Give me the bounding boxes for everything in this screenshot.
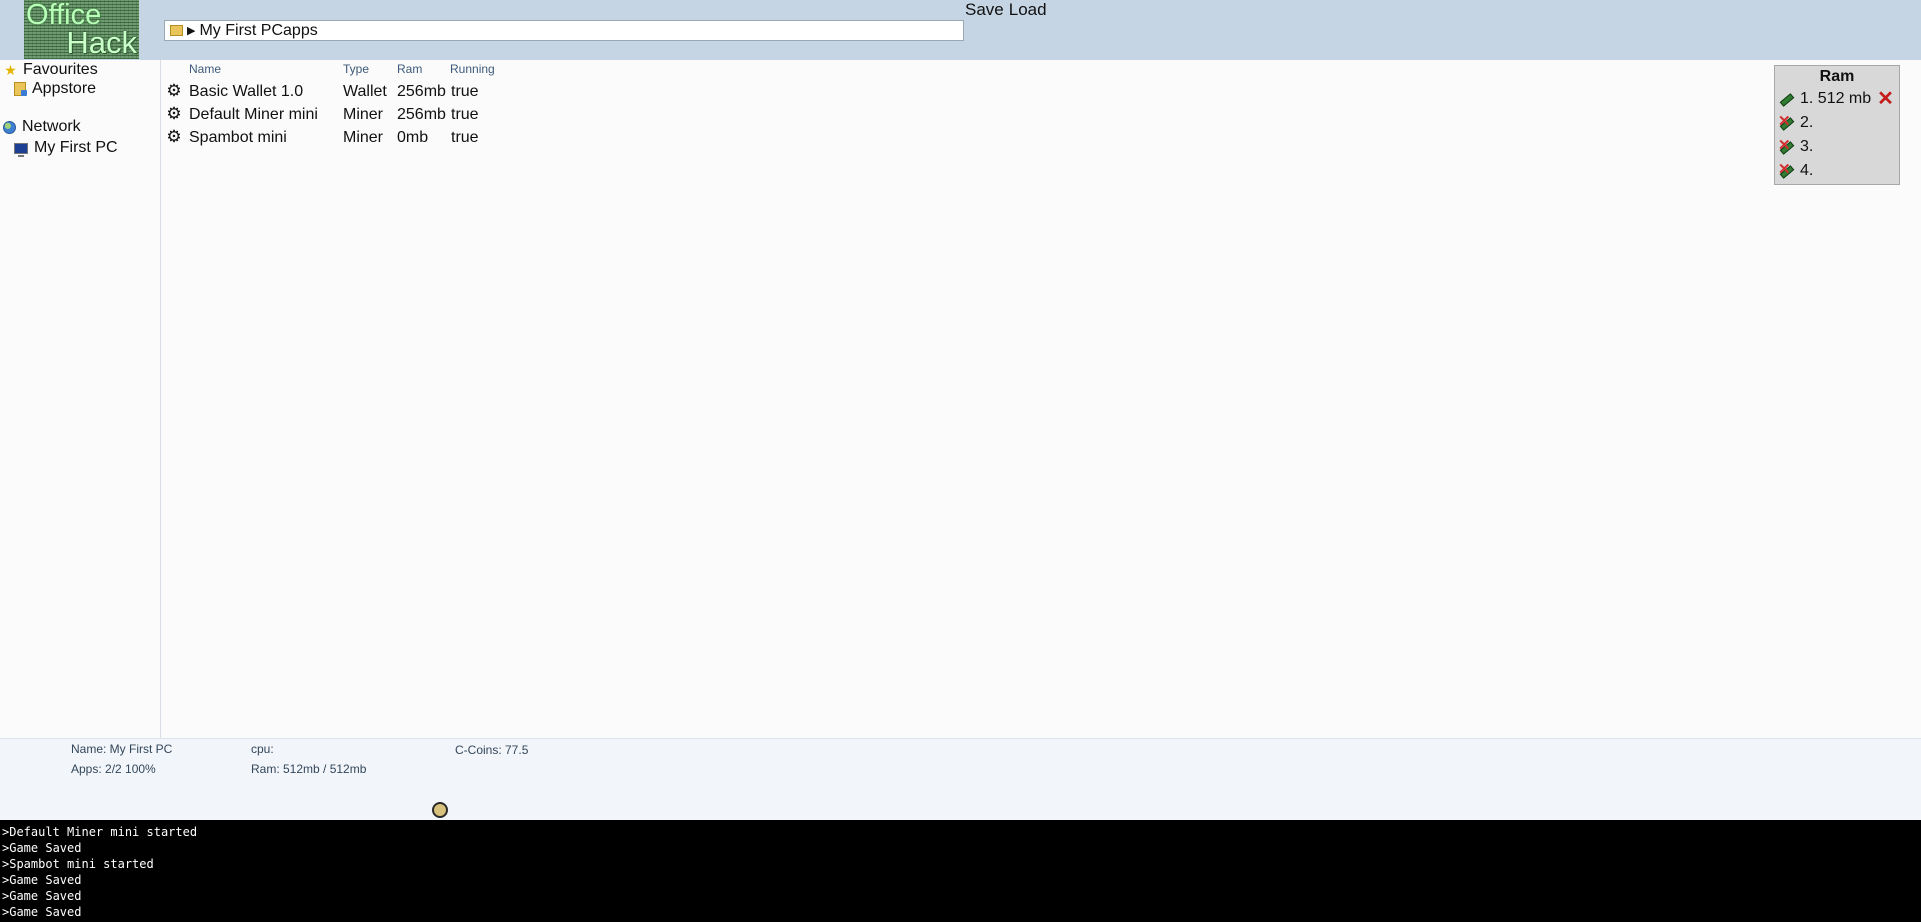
status-bar: Name: My First PC Apps: 2/2 100% cpu: Ra…	[0, 738, 1921, 820]
app-type: Wallet	[343, 83, 387, 100]
column-header-running: Running	[450, 62, 495, 76]
path-arrow-icon: ▶	[187, 25, 196, 37]
app-running: true	[451, 83, 479, 100]
sidebar-item-label: My First PC	[34, 139, 118, 156]
save-button[interactable]: Save	[965, 1, 1004, 19]
coin-icon	[432, 802, 448, 818]
app-name: Basic Wallet 1.0	[189, 83, 304, 100]
sidebar-item-label: Network	[22, 118, 81, 135]
empty-ram-slot-icon: ✕	[1778, 113, 1795, 131]
column-header-ram: Ram	[397, 62, 423, 76]
appstore-icon	[14, 82, 27, 96]
ram-chip-icon	[1779, 92, 1795, 107]
app-ram: 0mb	[397, 129, 429, 146]
ram-panel-title: Ram	[1819, 68, 1855, 85]
status-pc-name: Name: My First PC	[71, 742, 173, 756]
app-name: Spambot mini	[189, 129, 287, 146]
ram-slot[interactable]: 1. 512 mb ✕	[1779, 89, 1894, 109]
column-header-name: Name	[189, 62, 222, 76]
app-type: Miner	[343, 129, 384, 146]
header-bar: Office Hack ▶ My First PCapps Save Load	[0, 0, 1921, 60]
ram-slot-label: 2.	[1800, 114, 1814, 131]
status-cpu: cpu:	[251, 742, 274, 756]
sidebar-item-label: Appstore	[32, 80, 97, 97]
console-line: >Game Saved	[2, 841, 82, 855]
folder-icon	[170, 25, 183, 36]
ram-slot-label: 4.	[1800, 162, 1814, 179]
game-logo: Office Hack	[24, 0, 139, 59]
path-bar[interactable]: ▶ My First PCapps	[164, 20, 964, 41]
computer-icon	[14, 142, 28, 157]
sidebar-item-network[interactable]: Network	[3, 118, 81, 136]
app-row[interactable]: ⚙ Spambot mini Miner 0mb true	[164, 128, 504, 149]
app-row[interactable]: ⚙ Basic Wallet 1.0 Wallet 256mb true	[164, 82, 504, 103]
status-apps: Apps: 2/2 100%	[71, 762, 156, 776]
app-type: Miner	[343, 106, 384, 123]
network-globe-icon	[3, 120, 16, 134]
ram-panel: Ram 1. 512 mb ✕ ✕ 2. ✕ 3. ✕ 4.	[1774, 65, 1900, 185]
ram-slot-label: 1. 512 mb	[1800, 90, 1872, 107]
gear-icon[interactable]: ⚙	[166, 82, 182, 99]
app-running: true	[451, 106, 479, 123]
gear-icon[interactable]: ⚙	[166, 105, 182, 122]
console-line: >Default Miner mini started	[2, 825, 198, 839]
sidebar-item-favourites[interactable]: ★ Favourites	[3, 61, 98, 79]
status-ram: Ram: 512mb / 512mb	[251, 762, 367, 776]
app-ram: 256mb	[397, 106, 446, 123]
sidebar-item-label: Favourites	[23, 61, 98, 78]
app-name: Default Miner mini	[189, 106, 318, 123]
console-line: >Game Saved	[2, 873, 82, 887]
ram-slot-label: 3.	[1800, 138, 1814, 155]
empty-ram-slot-icon: ✕	[1778, 137, 1795, 155]
sidebar-item-my-first-pc[interactable]: My First PC	[14, 139, 118, 157]
ram-slot[interactable]: ✕ 3.	[1778, 137, 1814, 157]
console-line: >Game Saved	[2, 905, 82, 919]
console-line: >Spambot mini started	[2, 857, 154, 871]
column-header-type: Type	[343, 62, 370, 76]
status-coins: C-Coins: 77.5	[455, 743, 529, 757]
app-ram: 256mb	[397, 83, 446, 100]
save-load-menu: Save Load	[965, 1, 1047, 19]
path-location: My First PCapps	[199, 21, 318, 39]
remove-ram-icon[interactable]: ✕	[1877, 89, 1894, 109]
logo-text-hack: Hack	[66, 25, 137, 59]
console-line: >Game Saved	[2, 889, 82, 903]
sidebar: ★ Favourites Appstore Network My First P…	[0, 60, 161, 738]
gear-icon[interactable]: ⚙	[166, 128, 182, 145]
empty-ram-slot-icon: ✕	[1778, 161, 1795, 179]
ram-slot[interactable]: ✕ 4.	[1778, 161, 1814, 181]
app-row[interactable]: ⚙ Default Miner mini Miner 256mb true	[164, 105, 504, 126]
star-icon: ★	[4, 61, 17, 78]
app-running: true	[451, 129, 479, 146]
load-button[interactable]: Load	[1009, 1, 1047, 19]
ram-slot[interactable]: ✕ 2.	[1778, 113, 1814, 133]
sidebar-item-appstore[interactable]: Appstore	[14, 80, 96, 98]
console-log: >Default Miner mini started >Game Saved …	[0, 820, 1921, 922]
